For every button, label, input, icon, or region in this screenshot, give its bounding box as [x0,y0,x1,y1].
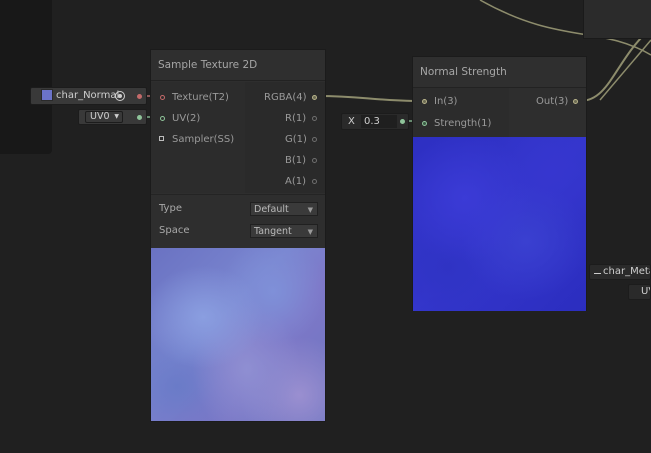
texture-swatch-icon [41,89,53,101]
port-b[interactable]: B(1) [285,153,317,169]
port-in[interactable]: In(3) [419,94,457,110]
wire-rgba-to-in [317,95,415,102]
float-value: 0.3 [364,116,380,127]
port-sampler-label: Sampler(SS) [172,134,235,145]
texture-swatch-icon [594,270,601,274]
space-dropdown-value: Tangent [254,226,292,237]
port-uv[interactable]: UV(2) [157,111,200,127]
port-a[interactable]: A(1) [285,174,317,190]
space-dropdown[interactable]: Tangent ▼ [250,224,318,238]
float-axis-label: X [348,116,355,127]
uv-input-node[interactable]: UV0 ▼ [78,109,147,125]
texture-output-port[interactable] [137,94,142,99]
right-texture-property-node[interactable]: char_Meta [589,264,651,280]
port-in-dot[interactable] [422,99,427,104]
port-sampler[interactable]: Sampler(SS) [157,132,234,148]
port-a-dot[interactable] [312,179,317,184]
chevron-down-icon: ▼ [114,113,119,120]
port-strength[interactable]: Strength(1) [419,116,491,132]
chevron-down-icon: ▼ [307,206,313,214]
type-dropdown-value: Default [254,204,289,215]
texture-property-node[interactable]: char_Normal [30,87,147,105]
type-dropdown[interactable]: Default ▼ [250,202,318,216]
port-b-label: B(1) [285,155,307,166]
port-uv-label: UV(2) [172,113,201,124]
port-r-label: R(1) [285,113,307,124]
normal-map-preview [151,248,325,421]
port-g-dot[interactable] [312,137,317,142]
float-input-node[interactable]: X 0.3 [341,113,409,130]
port-r[interactable]: R(1) [285,111,317,127]
node-title[interactable]: Normal Strength [413,57,586,88]
node-title[interactable]: Sample Texture 2D [151,50,325,81]
target-icon[interactable] [115,91,125,101]
uv-dropdown-value: UV0 [90,111,110,122]
chevron-down-icon: ▼ [307,228,313,236]
port-r-dot[interactable] [312,116,317,121]
port-rgba-dot[interactable] [312,95,317,100]
port-g-label: G(1) [285,134,307,145]
partial-node-top-right [583,0,651,39]
texture-property-label: char_Normal [56,90,120,101]
port-texture[interactable]: Texture(T2) [157,90,229,106]
port-g[interactable]: G(1) [285,132,317,148]
type-label: Type [159,203,182,214]
port-b-dot[interactable] [312,158,317,163]
right-texture-label: char_Meta [603,266,651,277]
port-out-dot[interactable] [573,99,578,104]
port-texture-dot[interactable] [160,95,165,100]
port-out[interactable]: Out(3) [536,94,578,110]
port-rgba[interactable]: RGBA(4) [264,90,317,106]
space-label: Space [159,225,190,236]
uv-dropdown[interactable]: UV0 ▼ [85,111,123,123]
port-texture-label: Texture(T2) [172,92,229,103]
float-value-field[interactable]: 0.3 [361,115,397,128]
port-out-label: Out(3) [536,96,569,107]
port-uv-dot[interactable] [160,116,165,121]
right-uv-input-node[interactable]: UV [628,284,651,300]
port-a-label: A(1) [285,176,307,187]
wire-right-diagonal [599,39,651,101]
port-rgba-label: RGBA(4) [264,92,307,103]
sampler-checkbox-icon[interactable] [159,136,164,141]
uv-output-port[interactable] [137,115,142,120]
normal-strength-preview [413,137,586,311]
left-panel [0,0,52,154]
port-strength-dot[interactable] [422,121,427,126]
right-uv-value: UV [641,286,650,297]
port-in-label: In(3) [434,96,458,107]
port-strength-label: Strength(1) [434,118,492,129]
float-output-port[interactable] [400,119,405,124]
